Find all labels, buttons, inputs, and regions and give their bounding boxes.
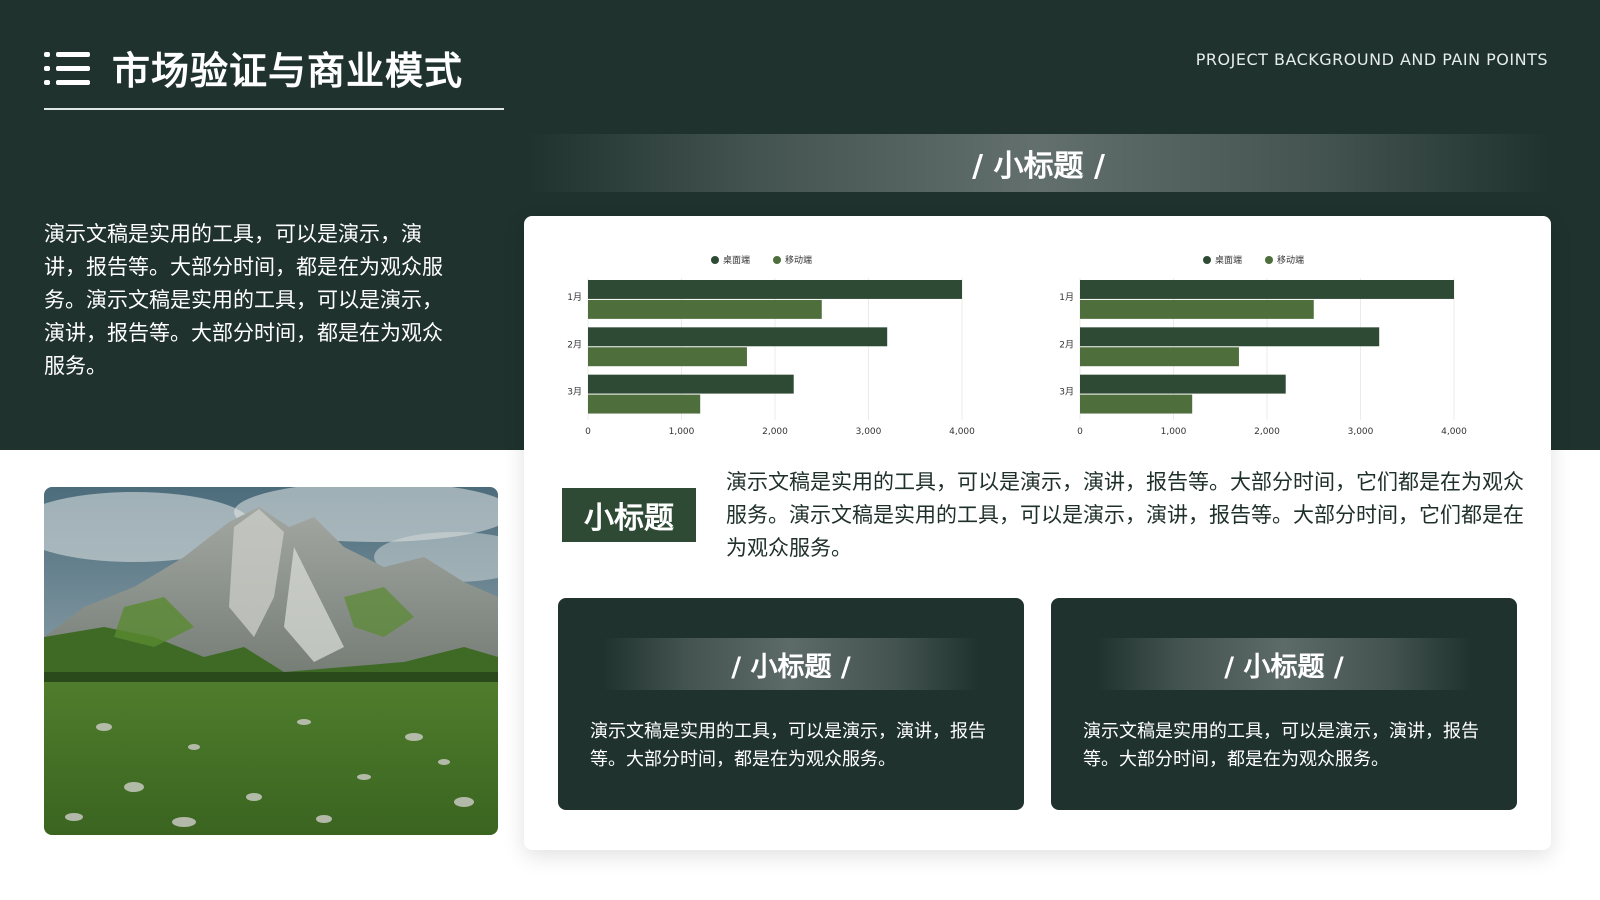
title-underline — [44, 108, 504, 110]
category-label: 1月 — [1059, 292, 1074, 303]
legend-label: 桌面端 — [1215, 254, 1242, 266]
mountain-image — [44, 487, 498, 835]
bar — [1080, 347, 1239, 367]
list-icon — [44, 49, 90, 87]
legend-swatch — [711, 256, 719, 264]
bar — [1080, 280, 1454, 299]
mountain-photo — [44, 487, 498, 835]
x-tick-label: 1,000 — [1161, 427, 1187, 437]
page-subtitle: PROJECT BACKGROUND AND PAIN POINTS — [1195, 50, 1548, 69]
title-row: 市场验证与商业模式 — [44, 40, 463, 95]
x-tick-label: 0 — [1077, 427, 1083, 437]
x-tick-label: 2,000 — [762, 427, 788, 437]
x-tick-label: 0 — [585, 427, 591, 437]
bar — [588, 327, 888, 347]
bar — [1080, 394, 1193, 414]
legend-swatch — [773, 256, 781, 264]
content-card: 0 1,000 2,000 3,000 4,000 1月 2月 3月 桌面端 移动端 0 1,000… — [524, 216, 1551, 850]
bar — [588, 347, 747, 367]
bar — [1080, 327, 1380, 347]
category-label: 2月 — [1059, 339, 1074, 350]
legend-label: 桌面端 — [723, 254, 750, 266]
intro-text: 演示文稿是实用的工具，可以是演示，演讲，报告等。大部分时间，都是在为观众服务。演… — [44, 222, 443, 378]
x-tick-label: 2,000 — [1254, 427, 1280, 437]
info-card-banner: / 小标题 / — [602, 638, 980, 690]
info-card-banner: / 小标题 / — [1095, 638, 1473, 690]
bar-chart-left: 0 1,000 2,000 3,000 4,000 1月 2月 3月 桌面端 移动端 — [558, 250, 978, 442]
info-card-title: / 小标题 / — [731, 651, 851, 683]
info-card-left: / 小标题 / 演示文稿是实用的工具，可以是演示，演讲，报告等。大部分时间，都是… — [558, 598, 1024, 810]
info-card-text: 演示文稿是实用的工具，可以是演示，演讲，报告等。大部分时间，都是在为观众服务。 — [1083, 721, 1479, 770]
x-tick-label: 3,000 — [1348, 427, 1374, 437]
bar — [588, 280, 962, 299]
info-card-title: / 小标题 / — [1224, 651, 1344, 683]
x-tick-label: 3,000 — [856, 427, 882, 437]
x-tick-label: 4,000 — [949, 427, 975, 437]
page-title: 市场验证与商业模式 — [112, 49, 464, 93]
x-tick-label: 4,000 — [1441, 427, 1467, 437]
category-label: 2月 — [567, 339, 582, 350]
x-tick-label: 1,000 — [669, 427, 695, 437]
section-banner: / 小标题 / — [525, 134, 1552, 192]
bar — [1080, 374, 1286, 394]
legend-swatch — [1265, 256, 1273, 264]
category-label: 3月 — [1059, 387, 1074, 398]
info-card-text: 演示文稿是实用的工具，可以是演示，演讲，报告等。大部分时间，都是在为观众服务。 — [590, 721, 986, 770]
legend-label: 移动端 — [785, 254, 812, 266]
section-banner-title: / 小标题 / — [972, 149, 1105, 184]
legend-swatch — [1203, 256, 1211, 264]
category-label: 3月 — [567, 387, 582, 398]
subsection-badge: 小标题 — [562, 488, 696, 542]
legend-label: 移动端 — [1277, 254, 1304, 266]
category-label: 1月 — [567, 292, 582, 303]
bar — [588, 299, 822, 319]
subsection-text: 演示文稿是实用的工具，可以是演示，演讲，报告等。大部分时间，它们都是在为观众服务… — [726, 470, 1524, 560]
bar — [1080, 299, 1314, 319]
info-card-right: / 小标题 / 演示文稿是实用的工具，可以是演示，演讲，报告等。大部分时间，都是… — [1051, 598, 1517, 810]
bar-chart-right: 0 1,000 2,000 3,000 4,000 1月 2月 3月 桌面端 移动端 — [1050, 250, 1470, 442]
bar — [588, 374, 794, 394]
bar — [588, 394, 701, 414]
